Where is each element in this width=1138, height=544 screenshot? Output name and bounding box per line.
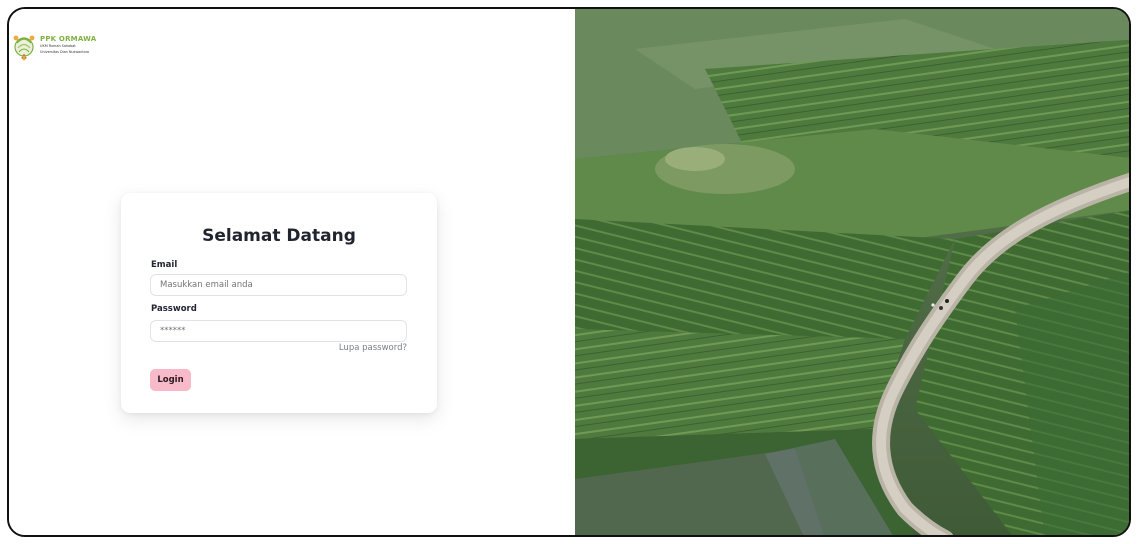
password-label: Password bbox=[151, 304, 197, 314]
app-frame: PPK ORMAWA UKM Rumah Sahabat Universitas… bbox=[7, 7, 1131, 537]
login-button[interactable]: Login bbox=[150, 369, 191, 391]
brand-logo[interactable]: PPK ORMAWA UKM Rumah Sahabat Universitas… bbox=[11, 31, 96, 63]
email-label: Email bbox=[151, 260, 178, 270]
forgot-password-link[interactable]: Lupa password? bbox=[339, 343, 407, 353]
brand-subtitle-line2: Universitas Dian Nuswantoro bbox=[40, 49, 90, 54]
ppk-ormawa-logo-icon bbox=[13, 35, 35, 61]
rice-field-aerial-image bbox=[575, 9, 1129, 535]
login-card: Selamat Datang Email Password Lupa passw… bbox=[121, 193, 437, 413]
brand-subtitle-line1: UKM Rumah Sahabat bbox=[40, 44, 76, 48]
brand-title: PPK ORMAWA bbox=[40, 35, 97, 43]
login-heading: Selamat Datang bbox=[202, 226, 356, 246]
login-panel: PPK ORMAWA UKM Rumah Sahabat Universitas… bbox=[9, 9, 575, 535]
brand-text: PPK ORMAWA UKM Rumah Sahabat Universitas… bbox=[40, 35, 96, 54]
hero-image bbox=[575, 9, 1129, 535]
password-input[interactable] bbox=[150, 320, 407, 342]
email-input[interactable] bbox=[150, 274, 407, 296]
